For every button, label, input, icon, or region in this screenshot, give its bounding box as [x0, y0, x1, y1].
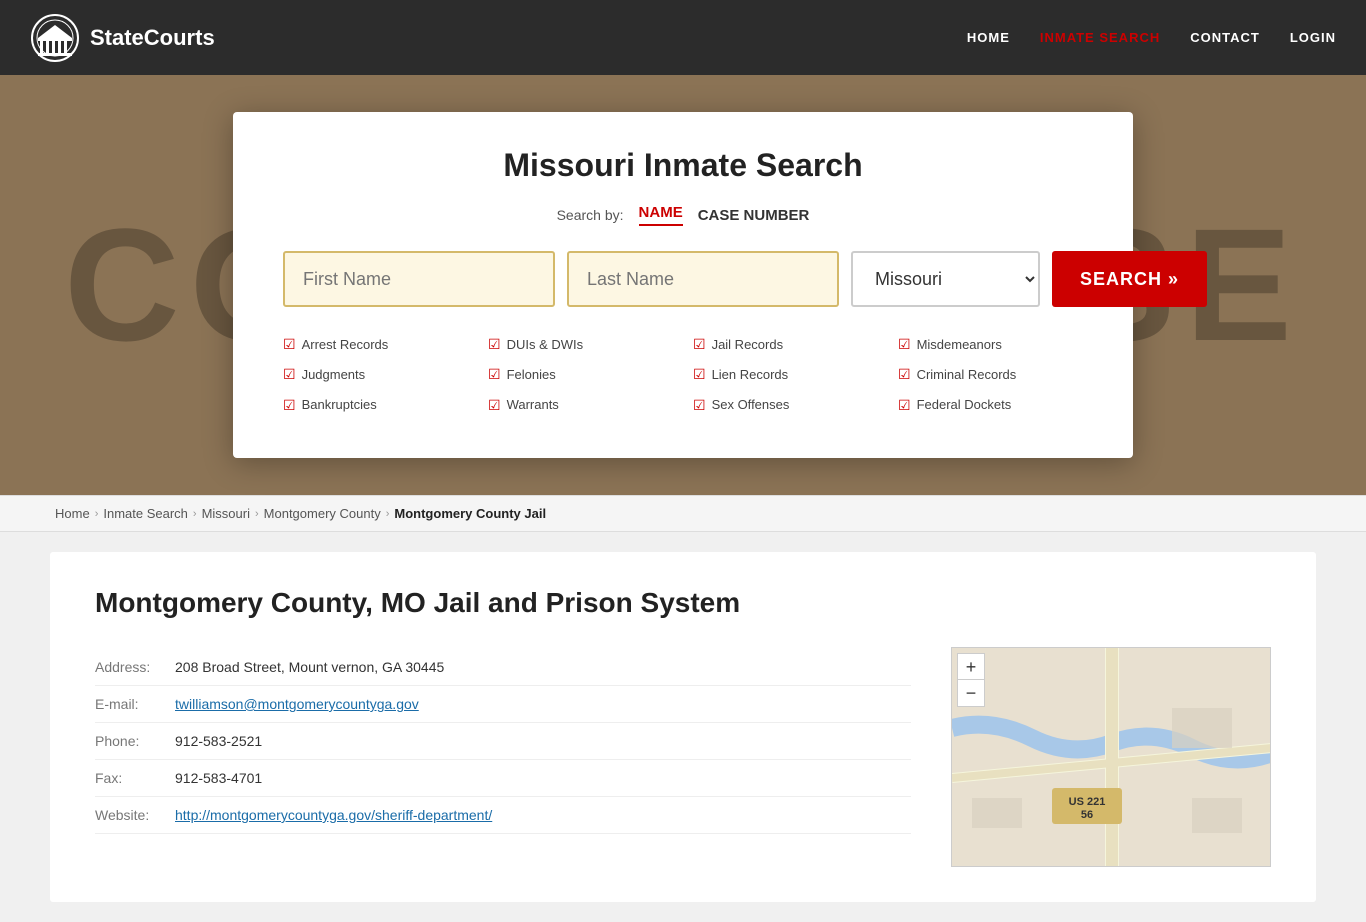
- first-name-input[interactable]: [283, 251, 555, 307]
- map-zoom-controls: + −: [957, 653, 985, 707]
- breadcrumb-state[interactable]: Missouri: [202, 506, 250, 521]
- feature-item: ☑ Arrest Records: [283, 332, 468, 357]
- feature-label: Bankruptcies: [302, 393, 377, 416]
- breadcrumb-inmate-search[interactable]: Inmate Search: [103, 506, 188, 521]
- tab-case-number[interactable]: CASE NUMBER: [698, 207, 810, 224]
- logo-text: StateCourts: [90, 25, 215, 51]
- address-value: 208 Broad Street, Mount vernon, GA 30445: [175, 649, 911, 686]
- feature-item: ☑ Sex Offenses: [693, 393, 878, 418]
- breadcrumb-sep-2: ›: [193, 508, 197, 520]
- search-modal: Missouri Inmate Search Search by: NAME C…: [233, 112, 1133, 458]
- feature-item: ☑ Warrants: [488, 393, 673, 418]
- fax-row: Fax: 912-583-4701: [95, 760, 911, 797]
- email-row: E-mail: twilliamson@montgomerycountyga.g…: [95, 686, 911, 723]
- check-icon: ☑: [488, 362, 501, 387]
- check-icon: ☑: [898, 332, 911, 357]
- website-value: http://montgomerycountyga.gov/sheriff-de…: [175, 797, 911, 834]
- map-svg: US 221 56: [952, 648, 1271, 867]
- check-icon: ☑: [488, 393, 501, 418]
- fax-value: 912-583-4701: [175, 760, 911, 797]
- modal-title: Missouri Inmate Search: [283, 147, 1083, 184]
- feature-item: ☑ Criminal Records: [898, 362, 1083, 387]
- breadcrumb-sep-4: ›: [386, 508, 390, 520]
- feature-label: Judgments: [302, 363, 366, 386]
- breadcrumb: Home › Inmate Search › Missouri › Montgo…: [0, 495, 1366, 532]
- website-row: Website: http://montgomerycountyga.gov/s…: [95, 797, 911, 834]
- jail-title: Montgomery County, MO Jail and Prison Sy…: [95, 587, 911, 619]
- check-icon: ☑: [693, 332, 706, 357]
- feature-label: Federal Dockets: [917, 393, 1012, 416]
- feature-item: ☑ Federal Dockets: [898, 393, 1083, 418]
- feature-label: Lien Records: [712, 363, 789, 386]
- email-value: twilliamson@montgomerycountyga.gov: [175, 686, 911, 723]
- logo[interactable]: StateCourts: [30, 13, 215, 63]
- svg-text:US 221: US 221: [1069, 796, 1106, 808]
- feature-item: ☑ Bankruptcies: [283, 393, 468, 418]
- last-name-input[interactable]: [567, 251, 839, 307]
- feature-label: Jail Records: [712, 333, 784, 356]
- search-button[interactable]: SEARCH »: [1052, 251, 1207, 307]
- feature-label: Sex Offenses: [712, 393, 790, 416]
- check-icon: ☑: [898, 362, 911, 387]
- feature-item: ☑ Misdemeanors: [898, 332, 1083, 357]
- features-grid: ☑ Arrest Records ☑ DUIs & DWIs ☑ Jail Records…: [283, 332, 1083, 418]
- check-icon: ☑: [693, 393, 706, 418]
- content-inner: Montgomery County, MO Jail and Prison Sy…: [95, 587, 1271, 867]
- nav-login[interactable]: LOGIN: [1290, 30, 1336, 45]
- feature-item: ☑ DUIs & DWIs: [488, 332, 673, 357]
- check-icon: ☑: [283, 332, 296, 357]
- content-left: Montgomery County, MO Jail and Prison Sy…: [95, 587, 911, 867]
- feature-item: ☑ Jail Records: [693, 332, 878, 357]
- breadcrumb-current: Montgomery County Jail: [394, 506, 546, 521]
- fax-label: Fax:: [95, 760, 175, 797]
- map-zoom-in[interactable]: +: [958, 654, 984, 680]
- phone-row: Phone: 912-583-2521: [95, 723, 911, 760]
- feature-item: ☑ Judgments: [283, 362, 468, 387]
- check-icon: ☑: [283, 362, 296, 387]
- check-icon: ☑: [693, 362, 706, 387]
- nav-home[interactable]: HOME: [967, 30, 1010, 45]
- address-label: Address:: [95, 649, 175, 686]
- feature-label: Criminal Records: [917, 363, 1017, 386]
- feature-item: ☑ Lien Records: [693, 362, 878, 387]
- map-zoom-out[interactable]: −: [958, 680, 984, 706]
- hero-section: COURTHOUSE Missouri Inmate Search Search…: [0, 75, 1366, 495]
- logo-icon: [30, 13, 80, 63]
- search-inputs: AlabamaAlaskaArizonaArkansasCaliforniaCo…: [283, 251, 1083, 307]
- check-icon: ☑: [488, 332, 501, 357]
- breadcrumb-county[interactable]: Montgomery County: [264, 506, 381, 521]
- header: StateCourts HOME INMATE SEARCH CONTACT L…: [0, 0, 1366, 75]
- check-icon: ☑: [283, 393, 296, 418]
- breadcrumb-home[interactable]: Home: [55, 506, 90, 521]
- website-label: Website:: [95, 797, 175, 834]
- address-row: Address: 208 Broad Street, Mount vernon,…: [95, 649, 911, 686]
- content-area: Montgomery County, MO Jail and Prison Sy…: [50, 552, 1316, 902]
- search-by-row: Search by: NAME CASE NUMBER: [283, 204, 1083, 226]
- nav-contact[interactable]: CONTACT: [1190, 30, 1260, 45]
- state-select[interactable]: AlabamaAlaskaArizonaArkansasCaliforniaCo…: [851, 251, 1040, 307]
- feature-label: DUIs & DWIs: [507, 333, 584, 356]
- map-container: + − US 221 56: [951, 647, 1271, 867]
- email-label: E-mail:: [95, 686, 175, 723]
- nav-inmate-search[interactable]: INMATE SEARCH: [1040, 30, 1160, 45]
- nav: HOME INMATE SEARCH CONTACT LOGIN: [967, 30, 1336, 45]
- svg-text:56: 56: [1081, 809, 1093, 821]
- tab-name[interactable]: NAME: [639, 204, 683, 226]
- breadcrumb-sep-1: ›: [95, 508, 99, 520]
- feature-label: Felonies: [507, 363, 556, 386]
- breadcrumb-sep-3: ›: [255, 508, 259, 520]
- feature-item: ☑ Felonies: [488, 362, 673, 387]
- info-table: Address: 208 Broad Street, Mount vernon,…: [95, 649, 911, 834]
- phone-value: 912-583-2521: [175, 723, 911, 760]
- search-by-label: Search by:: [557, 207, 624, 223]
- check-icon: ☑: [898, 393, 911, 418]
- website-link[interactable]: http://montgomerycountyga.gov/sheriff-de…: [175, 807, 492, 823]
- feature-label: Warrants: [507, 393, 559, 416]
- feature-label: Misdemeanors: [917, 333, 1002, 356]
- feature-label: Arrest Records: [302, 333, 389, 356]
- email-link[interactable]: twilliamson@montgomerycountyga.gov: [175, 696, 419, 712]
- phone-label: Phone:: [95, 723, 175, 760]
